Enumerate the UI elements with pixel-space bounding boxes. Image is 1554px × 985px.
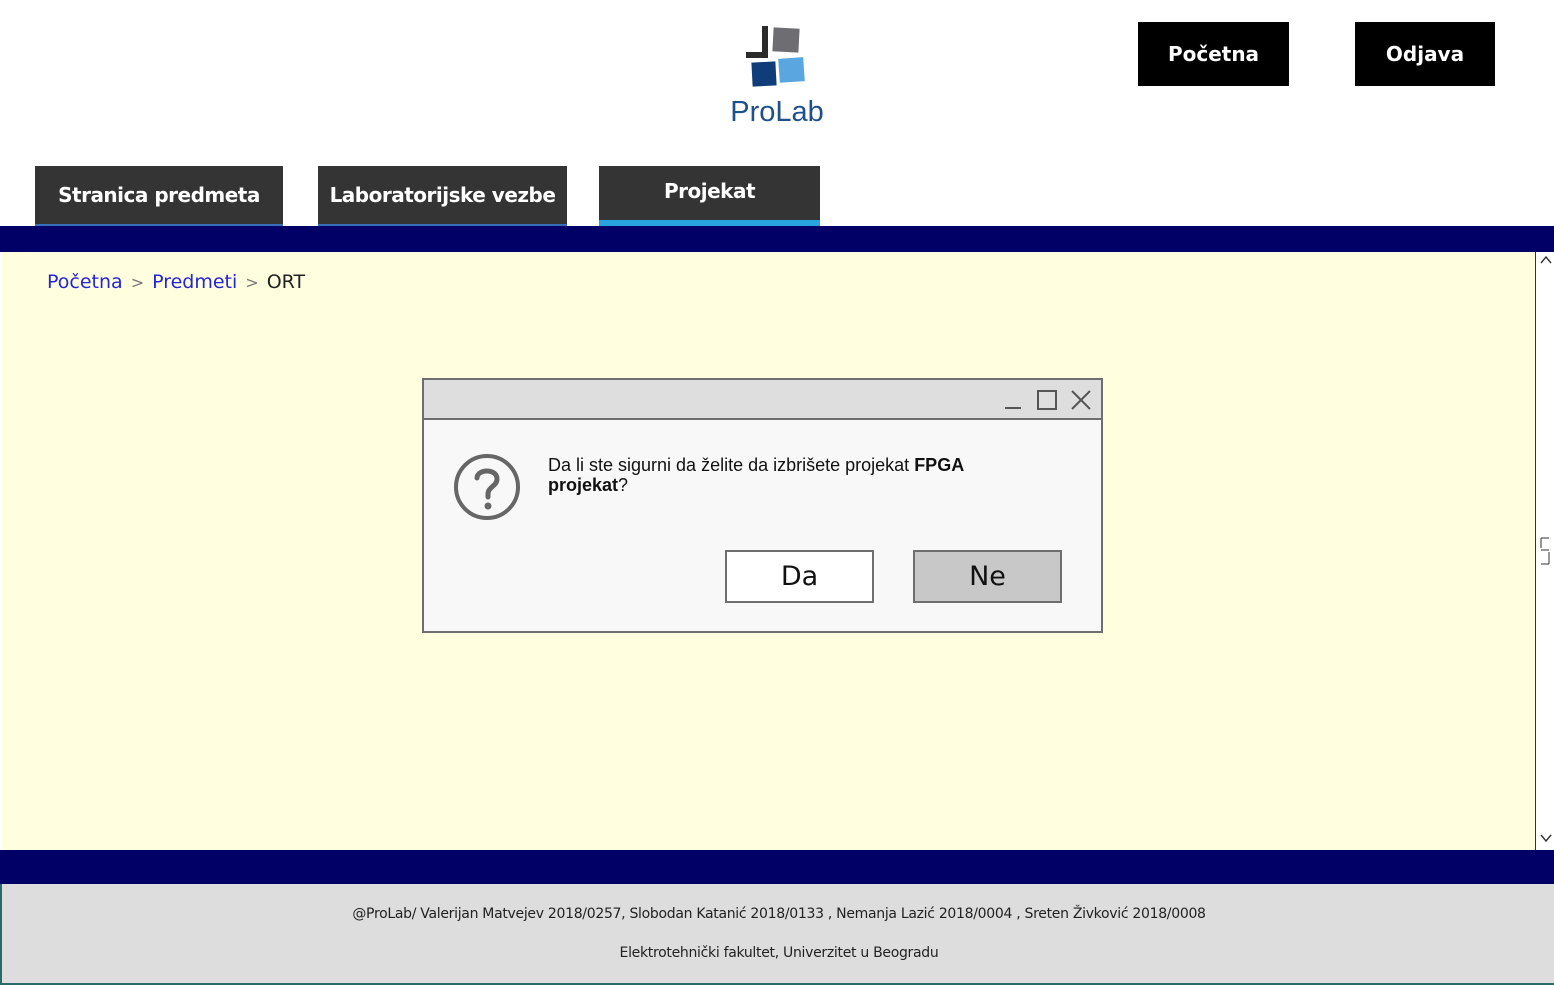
- prolab-logo[interactable]: ProLab: [722, 22, 832, 132]
- question-circle-icon: [452, 452, 522, 522]
- yes-button[interactable]: Da: [725, 550, 874, 603]
- breadcrumb-separator: >: [130, 272, 145, 292]
- home-button[interactable]: Početna: [1138, 22, 1289, 86]
- footer: @ProLab/ Valerijan Matvejev 2018/0257, S…: [0, 884, 1554, 985]
- logo-text: ProLab: [730, 96, 824, 128]
- tab-course-page[interactable]: Stranica predmeta: [35, 166, 283, 226]
- breadcrumb-courses-link[interactable]: Predmeti: [152, 271, 237, 293]
- header: ProLab Početna Odjava Stranica predmeta …: [0, 0, 1554, 227]
- logo-mark-icon: [746, 26, 805, 87]
- dialog-message-text: Da li ste sigurni da želite da izbrišete…: [548, 455, 915, 475]
- bottom-band: [0, 850, 1554, 884]
- close-icon[interactable]: [1069, 388, 1093, 412]
- footer-authors: @ProLab/ Valerijan Matvejev 2018/0257, S…: [352, 906, 1206, 922]
- scroll-up-icon[interactable]: [1537, 254, 1554, 270]
- logout-button[interactable]: Odjava: [1355, 22, 1495, 86]
- no-button[interactable]: Ne: [913, 550, 1062, 603]
- maximize-icon[interactable]: [1035, 388, 1059, 412]
- dialog-message-suffix: ?: [618, 475, 629, 495]
- breadcrumb-home-link[interactable]: Početna: [47, 271, 123, 293]
- top-band: [0, 226, 1554, 252]
- scroll-thumb[interactable]: [1539, 536, 1551, 566]
- tab-lab-exercises[interactable]: Laboratorijske vezbe: [318, 166, 567, 226]
- footer-institution: Elektrotehnički fakultet, Univerzitet u …: [619, 945, 939, 961]
- minimize-icon[interactable]: [1001, 388, 1025, 412]
- breadcrumb-current: ORT: [266, 271, 306, 293]
- dialog-titlebar[interactable]: [424, 380, 1101, 420]
- breadcrumb-separator: >: [245, 272, 259, 292]
- tab-project[interactable]: Projekat: [599, 166, 820, 227]
- scrollbar[interactable]: [1535, 252, 1554, 850]
- delete-confirm-dialog: Da li ste sigurni da želite da izbrišete…: [422, 378, 1103, 633]
- scroll-down-icon[interactable]: [1537, 832, 1554, 848]
- breadcrumb: Početna > Predmeti > ORT: [47, 271, 305, 293]
- dialog-message: Da li ste sigurni da želite da izbrišete…: [548, 455, 998, 495]
